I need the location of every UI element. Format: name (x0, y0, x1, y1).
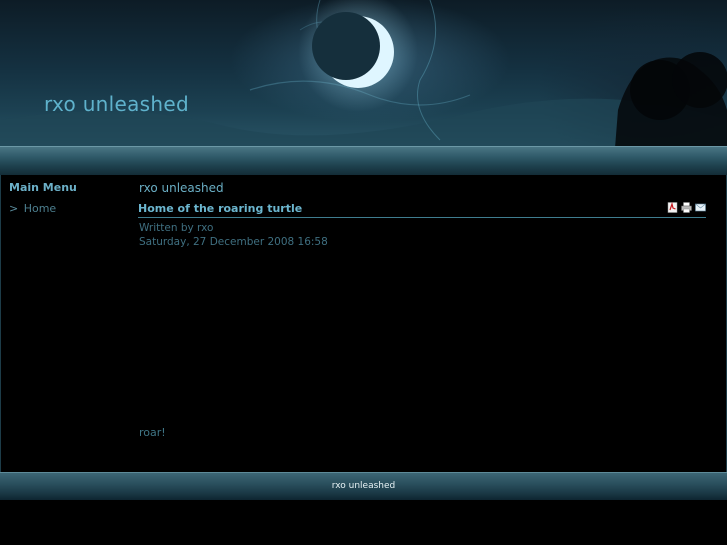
article-date: Saturday, 27 December 2008 16:58 (139, 236, 328, 248)
site-title[interactable]: rxo unleashed (44, 92, 189, 116)
header-banner: rxo unleashed (0, 0, 727, 148)
top-nav-bar (0, 146, 727, 176)
sidebar-item-home[interactable]: > Home (9, 202, 129, 215)
footer: rxo unleashed (0, 472, 727, 500)
article-meta: Written by rxo Saturday, 27 December 200… (139, 221, 706, 249)
main-menu-title: Main Menu (9, 181, 77, 194)
pdf-icon[interactable] (667, 202, 678, 213)
footer-text: rxo unleashed (331, 481, 396, 491)
moon-sky-illustration (0, 0, 727, 148)
main-container: Main Menu > Home rxo unleashed Home of t… (0, 175, 727, 472)
email-icon[interactable] (695, 202, 706, 213)
article-author: Written by rxo (139, 222, 214, 234)
sidebar: Main Menu > Home (9, 181, 129, 215)
article-header: Home of the roaring turtle (138, 201, 706, 218)
article-body: roar! (139, 426, 166, 439)
content-area: rxo unleashed Home of the roaring turtle (138, 181, 706, 249)
arrow-right-icon: > (9, 202, 19, 215)
article-title-link[interactable]: Home of the roaring turtle (138, 202, 302, 215)
page: rxo unleashed Main Menu > Home rxo unlea… (0, 0, 727, 545)
article-actions (667, 202, 706, 213)
sidebar-item-label: Home (23, 202, 57, 215)
print-icon[interactable] (681, 202, 692, 213)
content-heading: rxo unleashed (139, 181, 224, 195)
